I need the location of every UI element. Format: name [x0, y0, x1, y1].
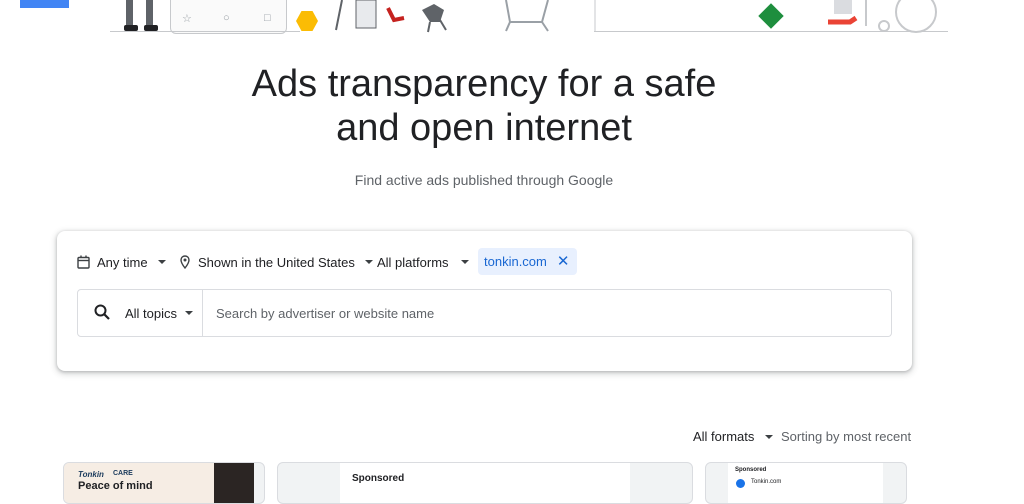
chip-label: tonkin.com	[484, 254, 547, 269]
ad-preview: Sponsored	[340, 463, 630, 503]
advertiser-filter-chip[interactable]: tonkin.com ✕	[478, 248, 578, 275]
star-icon: ☆	[182, 13, 192, 25]
platforms-filter-dropdown[interactable]: All platforms	[377, 248, 469, 276]
chevron-down-icon	[765, 434, 774, 439]
search-icon[interactable]	[94, 304, 110, 320]
time-filter-label: Any time	[97, 254, 148, 270]
sorting-label: Sorting by most recent	[781, 429, 912, 444]
search-box: All topics	[77, 289, 892, 337]
formats-dropdown[interactable]: All formats	[693, 429, 774, 444]
ad-brand-logo: Tonkin	[78, 470, 104, 479]
topics-label: All topics	[125, 305, 178, 321]
chevron-down-icon	[185, 311, 194, 315]
hero-illustration: ☆ ○ □	[0, 0, 1024, 36]
ad-card[interactable]: Sponsored	[277, 462, 693, 504]
ad-card[interactable]: Tonkin CARE Peace of mind	[63, 462, 265, 504]
page-title-line1: Ads transparency for a safe	[251, 63, 717, 105]
page-subtitle: Find active ads published through Google	[354, 172, 614, 188]
walker-illustration	[335, 0, 447, 33]
platforms-filter-label: All platforms	[377, 254, 449, 270]
region-filter-label: Shown in the United States	[198, 254, 355, 270]
ad-brand-tag: CARE	[113, 470, 133, 477]
page-title: Ads transparency for a safe and open int…	[0, 62, 968, 150]
search-card: Any time Shown in the United States All …	[57, 231, 912, 371]
diamond-shape	[758, 3, 784, 29]
ad-card[interactable]: Sponsored Tonkin.com	[705, 462, 907, 504]
wheelchair-illustration	[828, 0, 937, 33]
brand-tab	[20, 0, 69, 8]
favicon-icon	[736, 479, 745, 488]
square-icon: □	[264, 12, 271, 24]
time-filter-dropdown[interactable]: Any time	[77, 248, 166, 276]
search-divider	[202, 290, 203, 336]
chevron-down-icon	[364, 260, 373, 264]
sponsored-label: Sponsored	[735, 467, 767, 473]
chevron-down-icon	[460, 260, 469, 264]
person-illustration	[124, 0, 158, 31]
topics-dropdown[interactable]: All topics	[125, 290, 194, 336]
ad-domain: Tonkin.com	[751, 479, 782, 485]
panel-edge	[594, 0, 596, 32]
close-icon[interactable]: ✕	[557, 254, 570, 269]
phone-illustration: ☆ ○ □	[170, 0, 287, 34]
formats-label: All formats	[693, 429, 755, 444]
ad-preview: Sponsored Tonkin.com	[728, 463, 883, 503]
ground-line	[110, 31, 300, 32]
page-title-line2: and open internet	[336, 107, 632, 149]
ad-headline: Peace of mind	[78, 480, 153, 492]
region-filter-dropdown[interactable]: Shown in the United States	[180, 248, 373, 276]
calendar-icon	[77, 255, 90, 269]
search-input[interactable]	[216, 302, 876, 324]
ad-image	[214, 463, 254, 503]
hexagon-shape	[296, 11, 318, 31]
chevron-down-icon	[157, 260, 166, 264]
location-pin-icon	[180, 255, 190, 269]
chair-illustration	[505, 0, 549, 32]
circle-icon: ○	[223, 12, 230, 24]
sponsored-label: Sponsored	[352, 473, 405, 484]
ad-preview: Tonkin CARE Peace of mind	[64, 463, 254, 503]
